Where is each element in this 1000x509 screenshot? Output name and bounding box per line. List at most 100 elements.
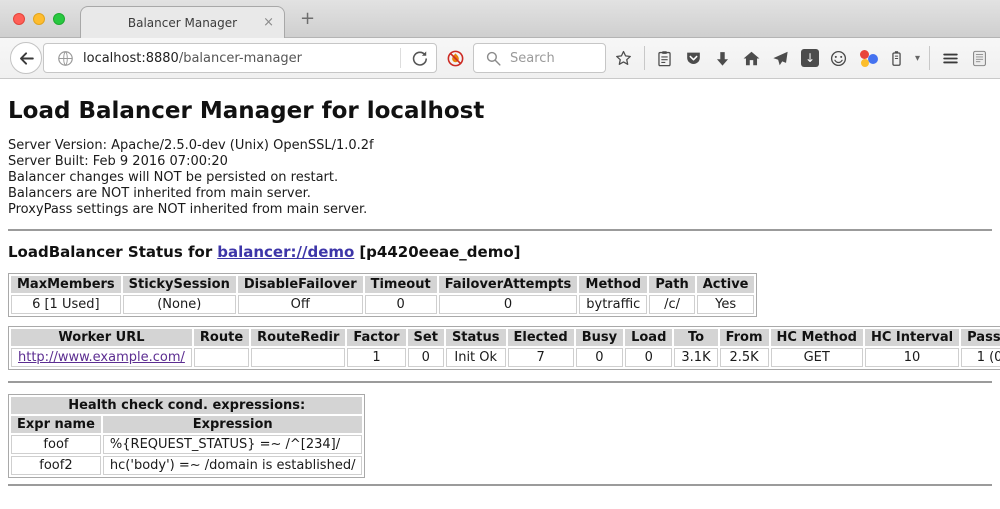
server-built-line: Server Built: Feb 9 2016 07:00:20 [8, 154, 992, 170]
col-hc-interval: HC Interval [865, 329, 959, 346]
cell-disablefailover: Off [238, 295, 363, 314]
navigation-toolbar: localhost:8880/balancer-manager Search ↓ [0, 38, 1000, 79]
home-icon[interactable] [741, 47, 763, 69]
col-set: Set [408, 329, 444, 346]
table-header-row: MaxMembers StickySession DisableFailover… [11, 276, 754, 293]
minimize-window-button[interactable] [33, 13, 45, 25]
worker-status-table: Worker URL Route RouteRedir Factor Set S… [8, 326, 1000, 370]
health-check-table: Health check cond. expressions: Expr nam… [8, 394, 365, 478]
page-title: Load Balancer Manager for localhost [8, 98, 992, 124]
url-text[interactable]: localhost:8880/balancer-manager [83, 51, 393, 66]
status-suffix: [p4420eeae_demo] [359, 243, 520, 261]
bookmarks-clipboard-icon[interactable] [654, 47, 676, 69]
cell-path: /c/ [649, 295, 694, 314]
server-version-line: Server Version: Apache/2.5.0-dev (Unix) … [8, 138, 992, 154]
col-from: From [720, 329, 769, 346]
col-route: Route [194, 329, 249, 346]
table-row: foof %{REQUEST_STATUS} =~ /^[234]/ [11, 435, 362, 454]
pocket-icon[interactable] [683, 47, 705, 69]
server-info: Server Version: Apache/2.5.0-dev (Unix) … [8, 138, 992, 218]
close-window-button[interactable] [13, 13, 25, 25]
col-stickysession: StickySession [123, 276, 236, 293]
cell-expr-name: foof2 [11, 456, 101, 475]
col-load: Load [625, 329, 672, 346]
col-timeout: Timeout [365, 276, 437, 293]
col-elected: Elected [508, 329, 574, 346]
page-content: Load Balancer Manager for localhost Serv… [0, 98, 1000, 509]
chevron-down-icon[interactable]: ▾ [915, 53, 920, 64]
table-row: 6 [1 Used] (None) Off 0 0 bytraffic /c/ … [11, 295, 754, 314]
col-passes: Passes [961, 329, 1000, 346]
grid-page-extension-icon[interactable] [968, 47, 990, 69]
col-worker-url: Worker URL [11, 329, 192, 346]
back-button[interactable] [10, 42, 42, 74]
menu-hamburger-icon[interactable] [939, 47, 961, 69]
colored-dots-extension-icon[interactable] [857, 47, 879, 69]
section-divider [8, 484, 992, 486]
zoom-window-button[interactable] [53, 13, 65, 25]
cell-elected: 7 [508, 348, 574, 367]
cell-hc-method: GET [771, 348, 863, 367]
balancer-settings-table: MaxMembers StickySession DisableFailover… [8, 273, 757, 317]
table-row: foof2 hc('body') =~ /domain is establish… [11, 456, 362, 475]
reload-icon[interactable] [408, 47, 430, 69]
health-table-title: Health check cond. expressions: [11, 397, 362, 414]
container-battery-icon[interactable] [886, 47, 908, 69]
urlbar-divider [400, 48, 401, 68]
cell-busy: 0 [576, 348, 623, 367]
smiley-icon[interactable] [828, 47, 850, 69]
back-arrow-icon [15, 47, 37, 69]
cell-expression: hc('body') =~ /domain is established/ [103, 456, 363, 475]
tab-close-icon[interactable]: × [263, 15, 274, 30]
new-tab-button[interactable]: + [300, 8, 315, 29]
cell-timeout: 0 [365, 295, 437, 314]
search-icon [482, 47, 504, 69]
cell-set: 0 [408, 348, 444, 367]
cell-stickysession: (None) [123, 295, 236, 314]
globe-icon [54, 47, 76, 69]
col-disablefailover: DisableFailover [238, 276, 363, 293]
browser-tab[interactable]: Balancer Manager × [80, 6, 285, 38]
bookmark-star-icon[interactable] [613, 47, 635, 69]
send-plane-icon[interactable] [770, 47, 792, 69]
url-bar[interactable]: localhost:8880/balancer-manager [43, 43, 437, 73]
tab-title: Balancer Manager [128, 16, 237, 30]
url-domain: localhost:8880 [83, 51, 179, 66]
cell-active: Yes [697, 295, 755, 314]
download-square-icon[interactable]: ↓ [799, 47, 821, 69]
cell-passes: 1 (0) [961, 348, 1000, 367]
status-prefix: LoadBalancer Status for [8, 243, 212, 261]
inherit-notice-line: Balancers are NOT inherited from main se… [8, 186, 992, 202]
cell-hc-interval: 10 [865, 348, 959, 367]
section-divider [8, 381, 992, 383]
search-placeholder: Search [510, 51, 555, 66]
cell-load: 0 [625, 348, 672, 367]
col-status: Status [446, 329, 506, 346]
url-path: /balancer-manager [179, 51, 302, 66]
download-square-arrow: ↓ [801, 49, 819, 67]
cell-status: Init Ok [446, 348, 506, 367]
table-header-row: Worker URL Route RouteRedir Factor Set S… [11, 329, 1000, 346]
table-row: http://www.example.com/ 1 0 Init Ok 7 0 … [11, 348, 1000, 367]
proxypass-notice-line: ProxyPass settings are NOT inherited fro… [8, 202, 992, 218]
col-to: To [674, 329, 717, 346]
col-factor: Factor [347, 329, 405, 346]
cell-from: 2.5K [720, 348, 769, 367]
cell-failoverattempts: 0 [439, 295, 578, 314]
worker-url-link[interactable]: http://www.example.com/ [18, 350, 185, 365]
toolbar-separator [929, 46, 930, 70]
col-failoverattempts: FailoverAttempts [439, 276, 578, 293]
cell-factor: 1 [347, 348, 405, 367]
downloads-icon[interactable] [712, 47, 734, 69]
cell-expr-name: foof [11, 435, 101, 454]
search-input[interactable]: Search [473, 43, 606, 73]
toolbar-separator [644, 46, 645, 70]
flash-block-icon[interactable] [444, 47, 466, 69]
table-subheader-row: Expr name Expression [11, 416, 362, 433]
cell-worker-url: http://www.example.com/ [11, 348, 192, 367]
balancer-demo-link[interactable]: balancer://demo [217, 243, 354, 261]
cell-expression: %{REQUEST_STATUS} =~ /^[234]/ [103, 435, 363, 454]
cell-route [194, 348, 249, 367]
col-expr-name: Expr name [11, 416, 101, 433]
col-expression: Expression [103, 416, 363, 433]
